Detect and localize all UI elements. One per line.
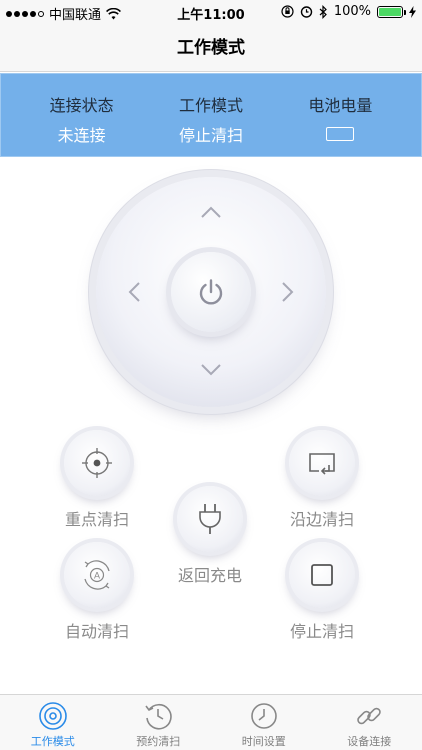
connection-status-label: 连接状态 — [49, 96, 114, 115]
crosshair-icon — [82, 448, 112, 478]
plug-icon — [199, 504, 221, 534]
chevron-left-icon[interactable] — [127, 281, 141, 303]
tab-device-connection[interactable]: 设备连接 — [317, 695, 422, 750]
tab-label: 设备连接 — [347, 735, 392, 748]
chevron-right-icon[interactable] — [281, 281, 295, 303]
auto-clean-action: A 自动清扫 — [42, 542, 152, 642]
return-charge-label: 返回充电 — [177, 566, 242, 585]
work-mode-status: 工作模式 停止清扫 — [146, 74, 275, 156]
orientation-lock-icon — [281, 5, 294, 18]
battery-level-label: 电池电量 — [308, 96, 373, 115]
tab-schedule[interactable]: 预约清扫 — [106, 695, 212, 750]
target-icon — [38, 702, 67, 730]
history-clock-icon — [145, 703, 172, 730]
edge-clean-label: 沿边清扫 — [289, 510, 354, 529]
auto-cycle-icon: A — [84, 560, 110, 590]
spot-clean-action: 重点清扫 — [42, 430, 152, 530]
clock-icon — [250, 703, 277, 729]
work-mode-label: 工作模式 — [178, 96, 243, 115]
edge-clean-action: 沿边清扫 — [267, 430, 377, 530]
battery-level-status: 电池电量 — [276, 74, 421, 156]
status-bar: 中国联通 上午11:00 100% — [0, 0, 422, 24]
battery-outline-icon — [326, 127, 355, 141]
battery-icon — [377, 5, 406, 18]
link-icon — [357, 707, 382, 725]
status-right: 100% — [281, 4, 416, 19]
battery-percent: 100% — [333, 4, 371, 19]
chevron-down-icon[interactable] — [200, 363, 222, 377]
return-charge-button[interactable] — [177, 486, 243, 552]
auto-clean-button[interactable]: A — [64, 542, 130, 608]
tab-bar: 工作模式 预约清扫 时间设置 设备连接 — [0, 694, 422, 750]
tab-time-settings[interactable]: 时间设置 — [211, 695, 317, 750]
tab-label: 时间设置 — [241, 735, 286, 748]
alarm-icon — [300, 6, 313, 18]
chevron-up-icon[interactable] — [200, 205, 222, 219]
spot-clean-button[interactable] — [64, 430, 130, 496]
edge-clean-button[interactable] — [289, 430, 355, 496]
tab-work-mode[interactable]: 工作模式 — [0, 695, 106, 750]
nav-bar: 工作模式 — [0, 24, 422, 72]
charging-bolt-icon — [409, 5, 416, 18]
direction-pad — [96, 177, 326, 407]
stop-clean-action: 停止清扫 — [267, 542, 377, 642]
stop-square-icon — [311, 564, 333, 586]
connection-status-value: 未连接 — [57, 126, 106, 145]
svg-text:A: A — [94, 571, 100, 581]
status-info-panel: 连接状态 未连接 工作模式 停止清扫 电池电量 — [0, 73, 422, 157]
page-title: 工作模式 — [177, 38, 245, 58]
connection-status: 连接状态 未连接 — [1, 74, 146, 156]
spot-clean-label: 重点清扫 — [64, 510, 129, 529]
return-arrow-icon — [309, 453, 335, 475]
stop-clean-label: 停止清扫 — [289, 622, 354, 641]
return-charge-action: 返回充电 — [155, 486, 265, 586]
bluetooth-icon — [319, 4, 327, 19]
work-mode-value: 停止清扫 — [178, 126, 243, 145]
stop-clean-button[interactable] — [289, 542, 355, 608]
power-icon — [199, 279, 223, 305]
power-button[interactable] — [171, 252, 251, 332]
tab-label: 预约清扫 — [136, 735, 181, 748]
tab-label: 工作模式 — [30, 735, 75, 748]
auto-clean-label: 自动清扫 — [64, 622, 129, 641]
